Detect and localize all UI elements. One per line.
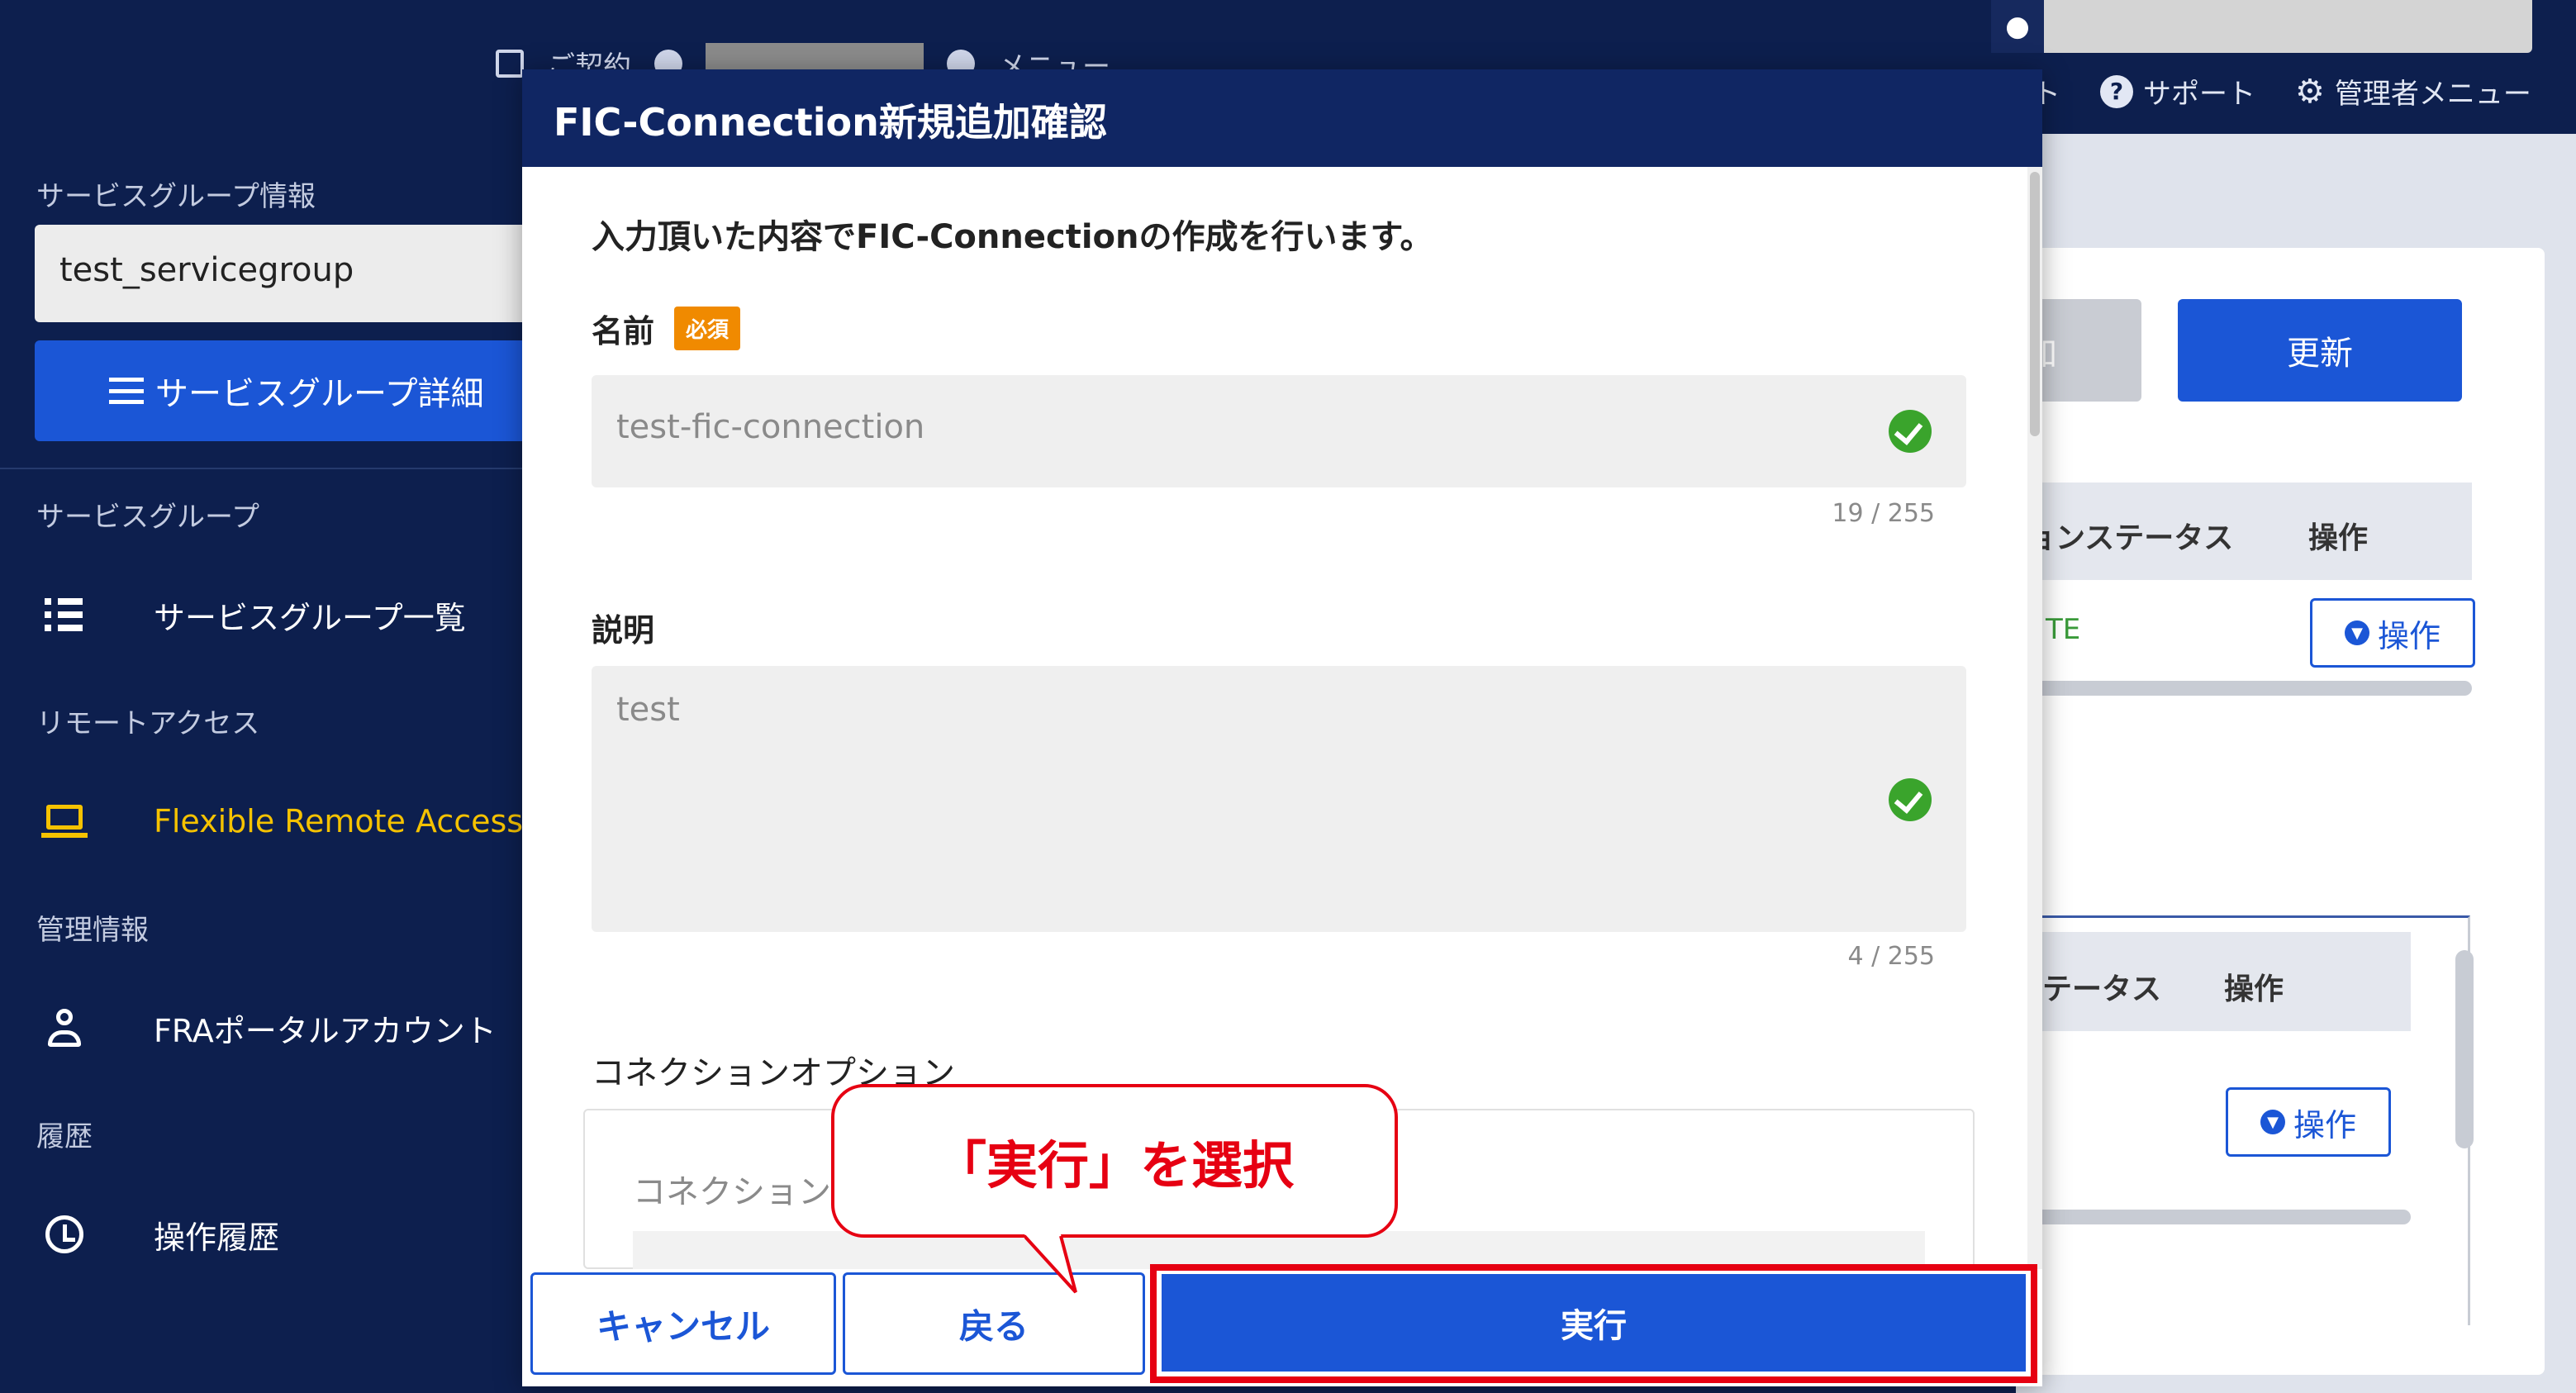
history-heading: 履歴 <box>36 1120 93 1153</box>
execute-label: 実行 <box>1561 1307 1627 1345</box>
table2-horizontal-scrollbar[interactable] <box>2016 1210 2411 1224</box>
description-value: test <box>616 691 680 729</box>
operation-label: 操作 <box>2293 1106 2356 1143</box>
sidebar-item-service-group-list[interactable]: サービスグループ一覧 <box>41 592 466 638</box>
table2-vertical-scrollbar[interactable] <box>2455 950 2474 1148</box>
sidebar-item-label: サービスグループ一覧 <box>154 599 466 636</box>
dialog-title: FIC-Connection新規追加確認 <box>522 69 2042 167</box>
sidebar-item-label: 操作履歴 <box>154 1219 280 1256</box>
execute-button[interactable]: 実行 <box>1162 1274 2026 1372</box>
network-icon <box>496 50 524 78</box>
table2-operation-button[interactable]: ▼ 操作 <box>2226 1087 2391 1157</box>
description-field-label: 説明 <box>592 605 654 650</box>
update-button[interactable]: 更新 <box>2178 299 2462 402</box>
table1-header: ョンステータス 操作 <box>2016 483 2472 580</box>
remote-access-heading: リモートアクセス <box>36 707 260 740</box>
dialog-scrollbar-thumb[interactable] <box>2030 172 2040 436</box>
support-link[interactable]: ? サポート <box>2100 71 2255 112</box>
user-icon: ● <box>1991 0 2044 53</box>
check-circle-icon <box>1889 778 1932 821</box>
menu-lines-icon <box>109 378 144 404</box>
operation-label: 操作 <box>2377 617 2441 654</box>
table1-col-operation: 操作 <box>2308 521 2369 555</box>
sidebar-item-fra-portal-account[interactable]: FRAポータルアカウント <box>41 1005 497 1051</box>
dialog-scrollbar[interactable] <box>2027 167 2042 1386</box>
top-links: ト ? サポート ⚙ 管理者メニュー <box>2032 71 2531 112</box>
admin-menu-link[interactable]: ⚙ 管理者メニュー <box>2295 71 2531 112</box>
service-group-select-value: test_servicegroup <box>59 251 354 289</box>
table2-header: テータス 操作 <box>2016 932 2411 1031</box>
table1-horizontal-scrollbar[interactable] <box>2016 681 2472 696</box>
sidebar-item-flexible-remote-access[interactable]: Flexible Remote Access <box>41 798 523 844</box>
list-icon <box>41 592 88 638</box>
chevron-down-icon: ▼ <box>2344 620 2369 645</box>
admin-menu-label: 管理者メニュー <box>2334 78 2531 111</box>
service-group-info-heading: サービスグループ情報 <box>36 180 316 213</box>
support-label: サポート <box>2143 78 2255 111</box>
chevron-down-icon: ▼ <box>2260 1110 2285 1134</box>
service-group-select[interactable]: test_servicegroup <box>35 225 563 322</box>
required-badge: 必須 <box>674 307 741 350</box>
history-icon <box>41 1211 88 1258</box>
table2-col-status: テータス <box>2042 972 2162 1006</box>
description-textarea[interactable]: test <box>592 666 1966 932</box>
help-icon: ? <box>2100 74 2133 108</box>
management-heading: 管理情報 <box>36 914 149 947</box>
callout-tail <box>1024 1234 1077 1294</box>
sidebar-divider <box>0 468 529 469</box>
name-input-value: test-fic-connection <box>616 408 925 446</box>
connection-sub-label: コネクション <box>633 1173 831 1211</box>
description-label-text: 説明 <box>592 612 655 649</box>
check-circle-icon <box>1889 410 1932 453</box>
sidebar: サービスグループ情報 test_servicegroup サービスグループ詳細 … <box>0 134 563 1393</box>
instruction-callout: 「実行」を選択 <box>831 1084 1398 1238</box>
sidebar-item-label: FRAポータルアカウント <box>154 1012 497 1049</box>
laptop-icon <box>41 798 88 844</box>
update-button-label: 更新 <box>2287 335 2353 373</box>
gear-icon: ⚙ <box>2295 72 2325 111</box>
service-group-heading: サービスグループ <box>36 501 259 534</box>
back-label: 戻る <box>958 1305 1029 1347</box>
name-label-text: 名前 <box>592 313 655 349</box>
service-group-detail-button[interactable]: サービスグループ詳細 <box>35 340 563 441</box>
description-char-counter: 4 / 255 <box>1847 942 1935 971</box>
table1-operation-button[interactable]: ▼ 操作 <box>2310 598 2475 668</box>
user-account-box[interactable]: ● <box>1991 0 2532 53</box>
table1-status-value: TE <box>2046 613 2081 646</box>
callout-text: 「実行」を選択 <box>934 1135 1294 1196</box>
back-button[interactable]: 戻る <box>843 1272 1145 1375</box>
table1-col-status: ョンステータス <box>2026 521 2234 555</box>
cancel-button[interactable]: キャンセル <box>530 1272 836 1375</box>
dialog-intro-text: 入力頂いた内容でFIC-Connectionの作成を行います。 <box>592 218 1433 256</box>
name-input[interactable]: test-fic-connection <box>592 375 1966 487</box>
table2-col-operation: 操作 <box>2224 972 2284 1006</box>
name-char-counter: 19 / 255 <box>1832 499 1935 528</box>
sidebar-item-label: Flexible Remote Access <box>154 803 524 839</box>
service-group-detail-label: サービスグループ詳細 <box>155 375 484 413</box>
cancel-label: キャンセル <box>596 1305 770 1347</box>
person-icon <box>41 1005 88 1051</box>
name-field-label: 名前 必須 <box>592 306 741 351</box>
sidebar-item-operation-history[interactable]: 操作履歴 <box>41 1211 279 1258</box>
